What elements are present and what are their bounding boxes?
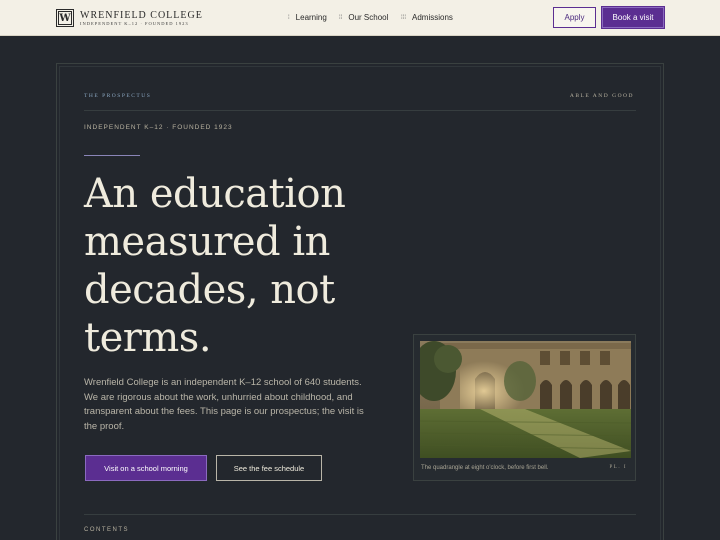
nav-marker-icon: ⁞⁞⁞ [401,14,407,21]
college-logo-icon[interactable]: W [56,9,74,27]
nav-item-label: Our School [348,13,389,22]
brand-name[interactable]: WRENFIELD COLLEGE [80,10,203,21]
nav-item-admissions[interactable]: ⁞⁞⁞ Admissions [401,13,453,22]
accent-rule [84,155,140,156]
nav-item-learning[interactable]: ⁞ Learning [288,13,327,22]
divider [84,514,636,515]
school-motto: ABLE AND GOOD [569,93,634,99]
eyebrow-text: INDEPENDENT K–12 · FOUNDED 1923 [84,124,233,131]
contents-heading: CONTENTS [84,527,129,533]
visit-school-morning-button[interactable]: Visit on a school morning [85,455,207,481]
logo-letter: W [59,12,71,24]
page-title: An education measured in decades, not te… [84,171,346,361]
nav-item-label: Learning [295,13,327,22]
nav-item-our-school[interactable]: ⁞⁞ Our School [339,13,388,22]
top-navigation-bar: W WRENFIELD COLLEGE INDEPENDENT K–12 · F… [0,0,720,36]
nav-marker-icon: ⁞⁞ [339,14,343,21]
apply-button[interactable]: Apply [553,7,596,28]
book-visit-button[interactable]: Book a visit [602,7,664,28]
nav-item-label: Admissions [412,13,453,22]
brand-subtitle: INDEPENDENT K–12 · FOUNDED 1923 [80,21,189,26]
quadrangle-photo [420,341,631,458]
intro-paragraph: Wrenfield College is an independent K–12… [84,377,364,432]
plate-number: PL. I [609,465,627,470]
divider [84,110,636,111]
fee-schedule-button[interactable]: See the fee schedule [216,455,322,481]
nav-marker-icon: ⁞ [288,14,290,21]
figure-caption: The quadrangle at eight o'clock, before … [421,465,549,471]
quadrangle-figure: The quadrangle at eight o'clock, before … [413,334,636,481]
section-label: THE PROSPECTUS [84,93,152,99]
